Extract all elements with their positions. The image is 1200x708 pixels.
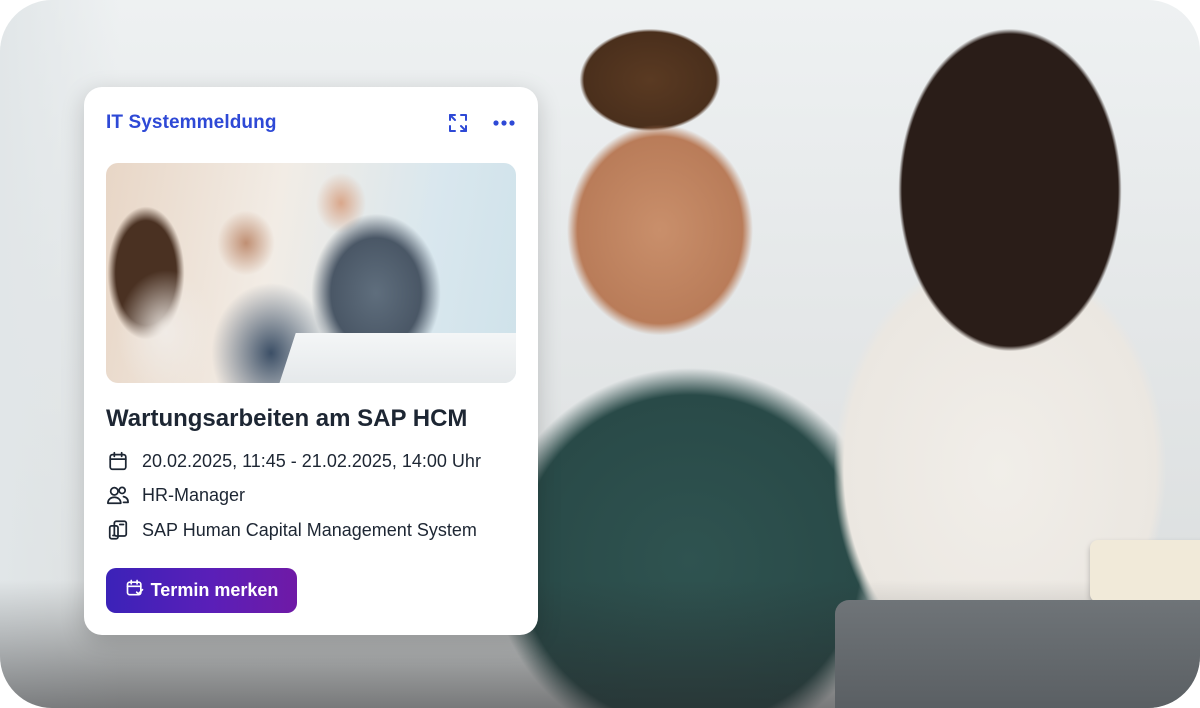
image-desk xyxy=(276,333,516,383)
users-icon xyxy=(106,483,130,507)
expand-icon[interactable] xyxy=(444,109,472,137)
system-text: SAP Human Capital Management System xyxy=(142,519,477,540)
calendar-check-icon xyxy=(125,578,145,603)
calendar-icon xyxy=(106,449,130,473)
background-laptop xyxy=(835,600,1200,708)
background-notebook xyxy=(1090,540,1200,602)
card-image xyxy=(106,163,516,383)
date-range-text: 20.02.2025, 11:45 - 21.02.2025, 14:00 Uh… xyxy=(142,450,481,471)
audience-row: HR-Manager xyxy=(106,483,518,507)
save-appointment-label: Termin merken xyxy=(150,580,279,600)
card-header-actions xyxy=(444,109,518,137)
system-devices-icon xyxy=(106,518,130,542)
card-header: IT Systemmeldung xyxy=(106,109,518,137)
system-notification-card: IT Systemmeldung Wartungsarbeiten am SAP… xyxy=(84,87,538,635)
more-horizontal-icon[interactable] xyxy=(490,109,518,137)
background-photo: IT Systemmeldung Wartungsarbeiten am SAP… xyxy=(0,0,1200,708)
card-heading: Wartungsarbeiten am SAP HCM xyxy=(106,405,468,432)
card-title: IT Systemmeldung xyxy=(106,112,277,133)
date-range-row: 20.02.2025, 11:45 - 21.02.2025, 14:00 Uh… xyxy=(106,449,518,473)
audience-text: HR-Manager xyxy=(142,484,246,505)
system-row: SAP Human Capital Management System xyxy=(106,518,518,542)
save-appointment-button[interactable]: Termin merken xyxy=(106,568,297,613)
